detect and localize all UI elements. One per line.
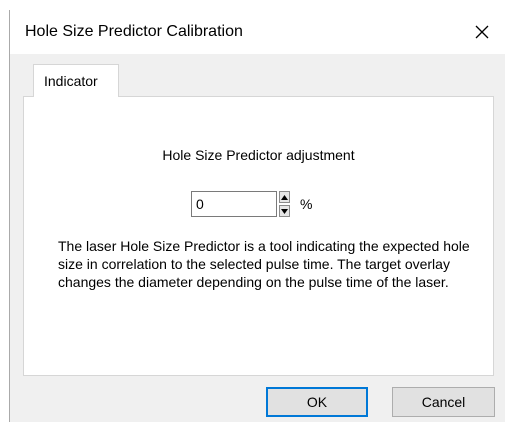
description-text: The laser Hole Size Predictor is a tool … — [58, 238, 470, 290]
close-button[interactable] — [459, 10, 505, 54]
adjustment-input[interactable] — [191, 191, 277, 217]
spin-buttons — [279, 191, 290, 217]
dialog-window: Hole Size Predictor Calibration Indicato… — [9, 10, 505, 422]
spin-up-button[interactable] — [279, 191, 290, 203]
triangle-down-icon — [281, 208, 288, 214]
tab-indicator-label: Indicator — [44, 73, 98, 89]
ok-button[interactable]: OK — [266, 387, 368, 417]
cancel-button[interactable]: Cancel — [392, 387, 495, 417]
tab-indicator[interactable]: Indicator — [33, 64, 119, 97]
title-bar: Hole Size Predictor Calibration — [10, 10, 505, 54]
indicator-panel: Hole Size Predictor adjustment % The las… — [23, 96, 494, 376]
close-icon — [475, 25, 489, 39]
triangle-up-icon — [281, 194, 288, 200]
panel-heading: Hole Size Predictor adjustment — [162, 147, 355, 163]
unit-label: % — [300, 196, 313, 212]
spin-down-button[interactable] — [279, 205, 290, 217]
window-title: Hole Size Predictor Calibration — [25, 23, 243, 40]
